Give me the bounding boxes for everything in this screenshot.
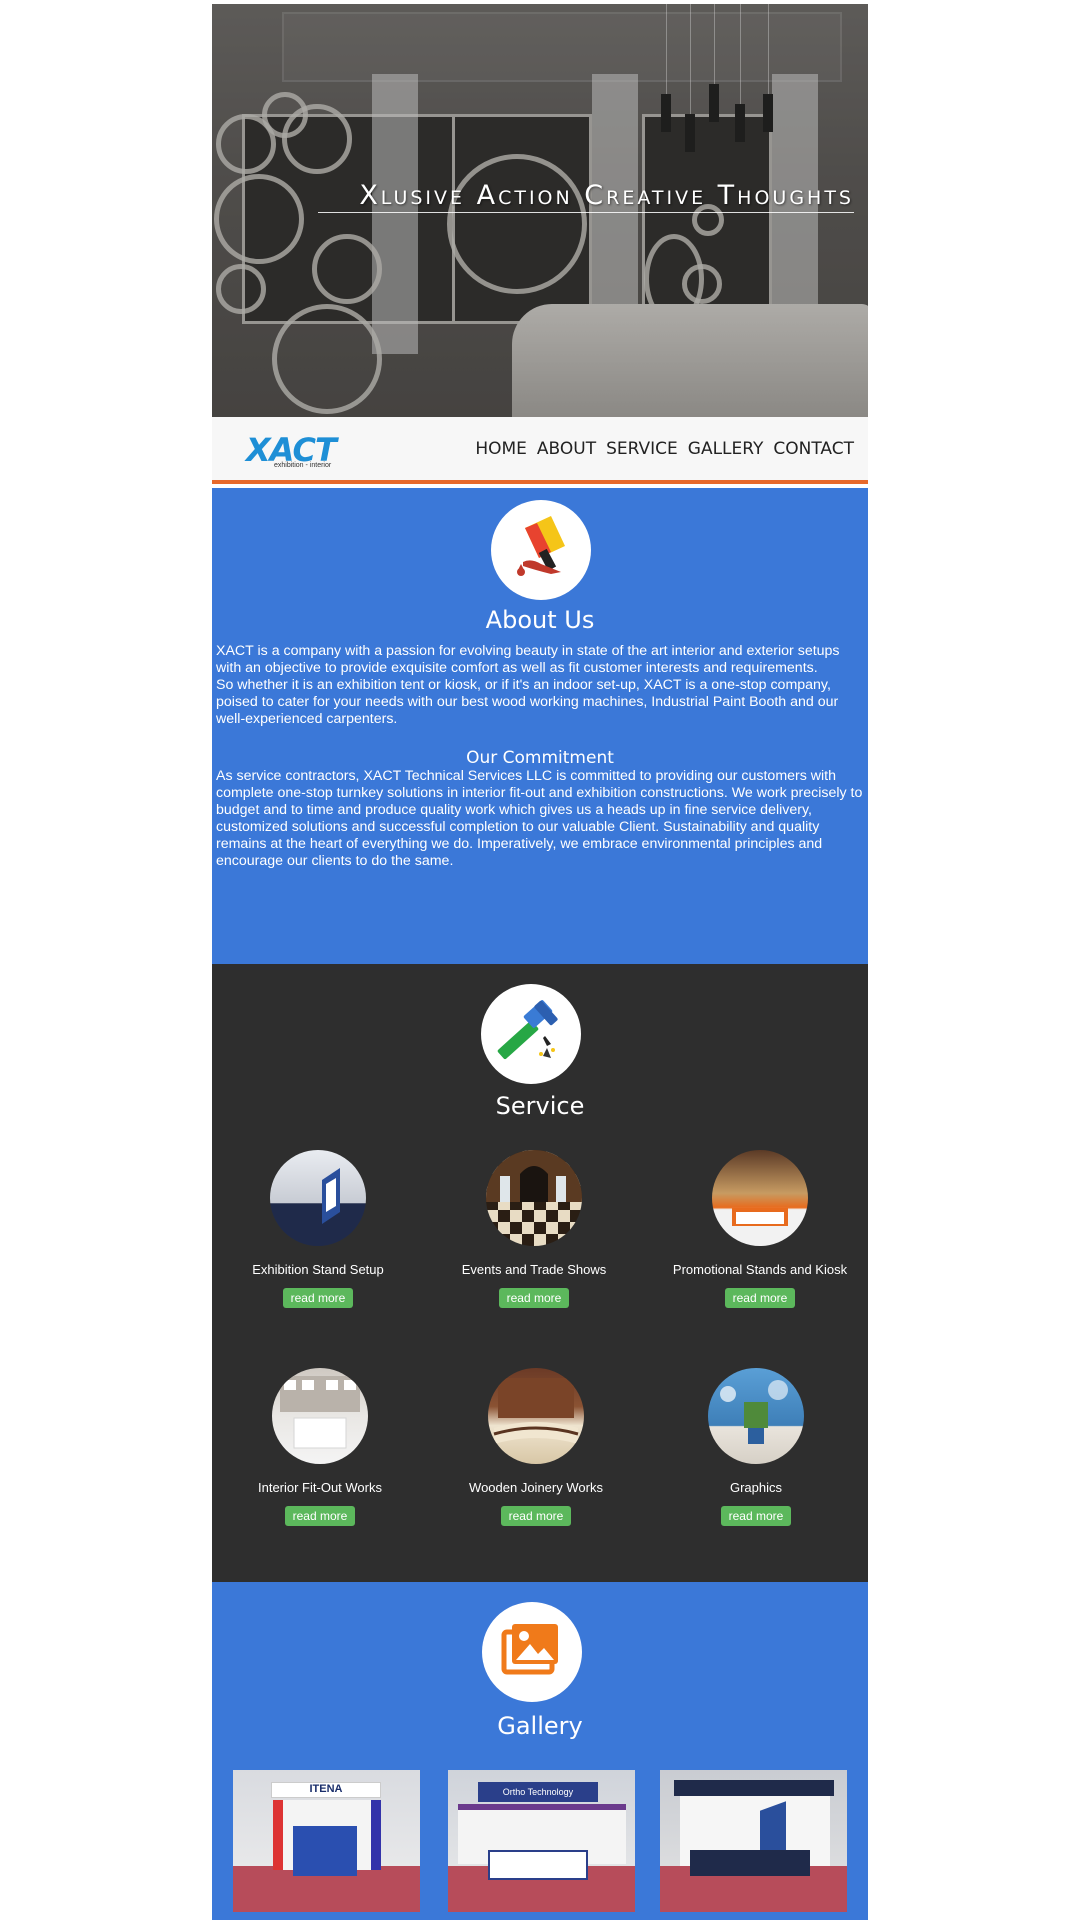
hero-title: Xlusive Action Creative Thoughts — [359, 180, 854, 211]
service-thumb-promotional-stands[interactable] — [712, 1150, 808, 1246]
about-section: About Us XACT is a company with a passio… — [212, 488, 868, 964]
service-label: Exhibition Stand Setup — [252, 1262, 384, 1277]
page: Xlusive Action Creative Thoughts XACT ex… — [212, 4, 868, 1920]
service-card: Interior Fit-Out Works read more — [212, 1368, 430, 1526]
nav-contact[interactable]: CONTACT — [773, 439, 854, 459]
service-label: Wooden Joinery Works — [469, 1480, 603, 1495]
service-thumb-wooden-joinery[interactable] — [488, 1368, 584, 1464]
site-logo[interactable]: XACT exhibition - interior — [246, 431, 350, 471]
gallery-photo[interactable]: Ortho Technology — [448, 1770, 635, 1912]
hero-title-underline — [318, 212, 854, 213]
service-label: Events and Trade Shows — [461, 1262, 607, 1277]
site-header: XACT exhibition - interior HOME ABOUT SE… — [212, 417, 868, 484]
commitment-title: Our Commitment — [466, 748, 614, 768]
read-more-button[interactable]: read more — [282, 1288, 354, 1308]
service-label: Graphics — [729, 1480, 783, 1495]
service-section: Service Exhibition Stand Setup read more… — [212, 964, 868, 1582]
service-card: Wooden Joinery Works read more — [426, 1368, 646, 1526]
commitment-text: As service contractors, XACT Technical S… — [216, 768, 863, 869]
service-card: Exhibition Stand Setup read more — [212, 1150, 428, 1308]
about-text: XACT is a company with a passion for evo… — [216, 643, 840, 727]
read-more-button[interactable]: read more — [498, 1288, 570, 1308]
booth-sign — [674, 1780, 834, 1796]
read-more-button[interactable]: read more — [284, 1506, 356, 1526]
hammer-icon — [481, 984, 581, 1084]
booth-sign: Ortho Technology — [478, 1782, 598, 1802]
service-label: Promotional Stands and Kiosk — [672, 1262, 848, 1277]
service-thumb-graphics[interactable] — [708, 1368, 804, 1464]
gallery-photo[interactable] — [660, 1770, 847, 1912]
logo-tagline: exhibition - interior — [274, 462, 332, 469]
booth-sign: ITENA — [271, 1782, 381, 1798]
paint-brush-icon — [491, 500, 591, 600]
service-title: Service — [495, 1092, 585, 1120]
read-more-button[interactable]: read more — [720, 1506, 792, 1526]
service-card: Events and Trade Shows read more — [424, 1150, 644, 1308]
hero-banner: Xlusive Action Creative Thoughts — [212, 4, 868, 417]
nav-gallery[interactable]: GALLERY — [688, 439, 764, 459]
service-thumb-interior-fitout[interactable] — [272, 1368, 368, 1464]
service-thumb-events[interactable] — [486, 1150, 582, 1246]
booth-counter — [690, 1850, 810, 1876]
main-nav: HOME ABOUT SERVICE GALLERY CONTACT — [475, 439, 854, 459]
nav-service[interactable]: SERVICE — [606, 439, 678, 459]
gallery-title: Gallery — [497, 1712, 583, 1740]
image-gallery-icon — [482, 1602, 582, 1702]
about-title: About Us — [485, 606, 595, 634]
gallery-photo[interactable]: ITENA — [233, 1770, 420, 1912]
service-thumb-exhibition-stand[interactable] — [270, 1150, 366, 1246]
read-more-button[interactable]: read more — [500, 1506, 572, 1526]
service-label: Interior Fit-Out Works — [257, 1480, 382, 1495]
nav-about[interactable]: ABOUT — [537, 439, 596, 459]
nav-home[interactable]: HOME — [475, 439, 527, 459]
service-card: Graphics read more — [646, 1368, 866, 1526]
gallery-section: Gallery ITENA Ortho Technology — [212, 1582, 868, 1920]
service-card: Promotional Stands and Kiosk read more — [650, 1150, 868, 1308]
read-more-button[interactable]: read more — [724, 1288, 796, 1308]
booth-counter — [293, 1826, 357, 1876]
booth-counter — [488, 1850, 588, 1880]
